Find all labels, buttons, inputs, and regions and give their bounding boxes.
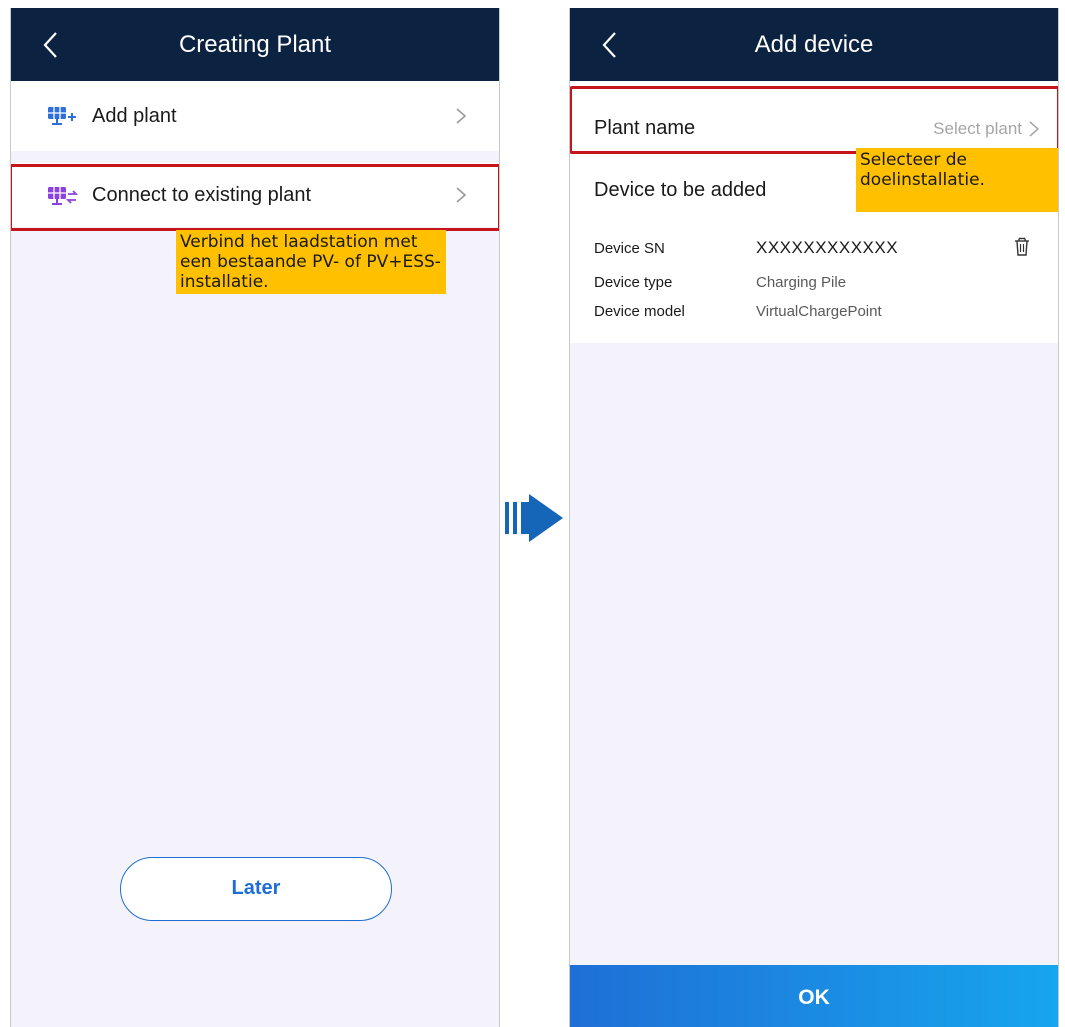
creating-plant-screen: Creating Plant Add plant Connect to exis…: [10, 8, 500, 1027]
device-model-value: VirtualChargePoint: [756, 303, 882, 320]
add-plant-label: Add plant: [92, 105, 177, 127]
device-type-value: Charging Pile: [756, 274, 847, 291]
later-button[interactable]: Later: [120, 857, 392, 921]
page-title: Creating Plant: [178, 31, 332, 58]
add-plant-icon: [48, 107, 76, 125]
top-bar: Add device: [570, 8, 1058, 81]
top-bar: Creating Plant: [11, 8, 499, 81]
highlight-frame: [11, 164, 499, 231]
device-type-label: Device type: [594, 274, 673, 291]
delete-icon[interactable]: [1013, 237, 1031, 257]
next-step-arrow-icon: [505, 494, 563, 542]
annotation-note: Selecteer de doelinstallatie.: [856, 148, 1058, 212]
add-device-screen: Add device Plant name Select plant Devic…: [569, 8, 1059, 1027]
highlight-frame: [570, 86, 1058, 154]
page-title: Add device: [754, 31, 874, 58]
add-plant-option[interactable]: Add plant: [11, 81, 499, 151]
device-sn-value: XXXXXXXXXXXX: [756, 238, 899, 257]
device-section-title: Device to be added: [594, 179, 767, 201]
annotation-note: Verbind het laadstation met een bestaand…: [176, 230, 446, 294]
device-model-label: Device model: [594, 303, 685, 320]
chevron-right-icon: [456, 108, 467, 124]
device-sn-label: Device SN: [594, 240, 665, 257]
ok-button[interactable]: OK: [570, 965, 1058, 1027]
